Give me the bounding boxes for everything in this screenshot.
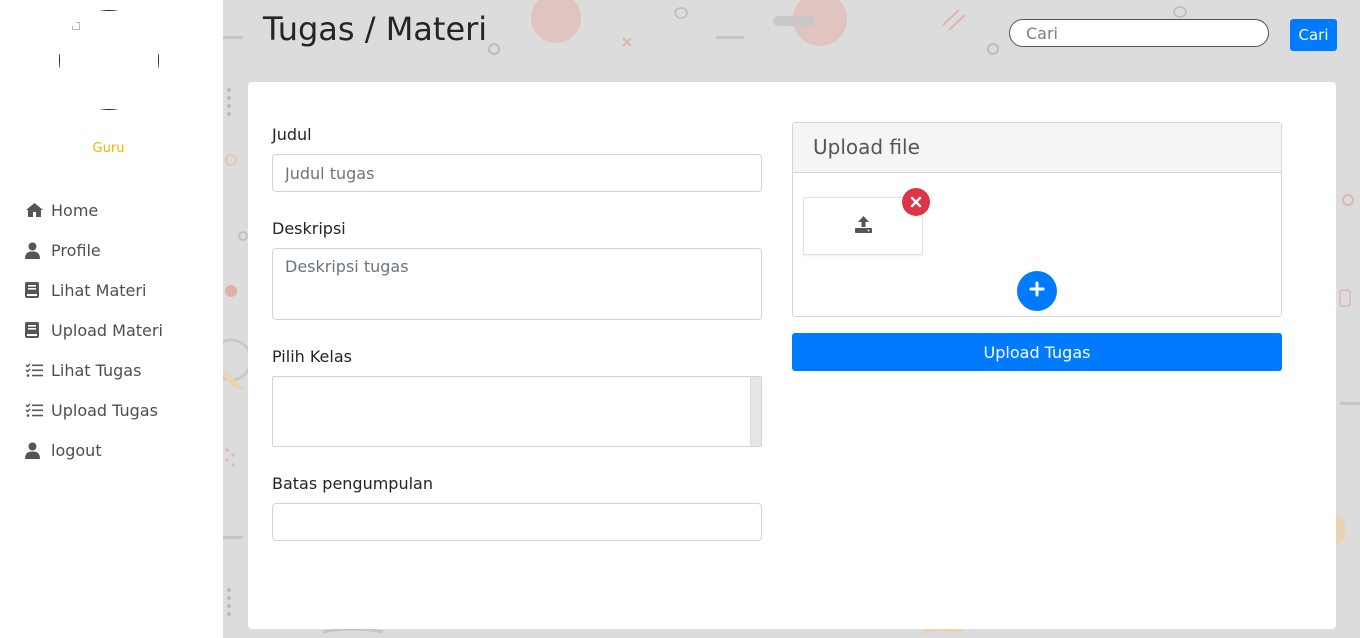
upload-tugas-button[interactable]: Upload Tugas: [792, 333, 1282, 371]
sidebar-item-label: Profile: [51, 240, 101, 260]
add-file-button[interactable]: [1017, 271, 1057, 311]
deskripsi-textarea[interactable]: [272, 248, 762, 320]
judul-input[interactable]: [272, 154, 762, 192]
sidebar-item-label: Lihat Materi: [51, 280, 147, 300]
form-card: Judul Deskripsi Pilih Kelas Batas pengum…: [248, 82, 1336, 629]
sidebar: Guru Home Profile Lihat Materi Upload Ma…: [0, 0, 223, 638]
sidebar-item-profile[interactable]: Profile: [25, 230, 163, 270]
avatar: [59, 10, 159, 110]
user-icon: [25, 242, 51, 259]
upload-header: Upload file: [793, 123, 1281, 173]
sidebar-nav: Home Profile Lihat Materi Upload Materi …: [25, 190, 163, 470]
tasks-icon: [25, 403, 51, 418]
sidebar-item-upload-materi[interactable]: Upload Materi: [25, 310, 163, 350]
book-icon: [25, 322, 51, 338]
search-button[interactable]: Cari: [1290, 19, 1337, 51]
home-icon: [25, 202, 51, 218]
sidebar-item-label: Lihat Tugas: [51, 360, 142, 380]
main-area: Tugas / Materi Cari Judul Deskripsi Pili…: [223, 0, 1360, 638]
tasks-icon: [25, 363, 51, 378]
close-icon: [910, 193, 922, 212]
batas-label: Batas pengumpulan: [272, 474, 433, 493]
sidebar-item-lihat-materi[interactable]: Lihat Materi: [25, 270, 163, 310]
judul-label: Judul: [272, 125, 312, 144]
sidebar-item-label: Upload Tugas: [51, 400, 158, 420]
page-title: Tugas / Materi: [263, 10, 488, 48]
batas-input[interactable]: [272, 503, 762, 541]
sidebar-item-label: Upload Materi: [51, 320, 163, 340]
sidebar-item-home[interactable]: Home: [25, 190, 163, 230]
sidebar-item-label: Home: [51, 200, 99, 220]
sidebar-item-lihat-tugas[interactable]: Lihat Tugas: [25, 350, 163, 390]
broken-image-icon: [72, 22, 80, 30]
remove-file-button[interactable]: [902, 188, 930, 216]
sidebar-item-logout[interactable]: logout: [25, 430, 163, 470]
user-role: Guru: [92, 141, 125, 156]
sidebar-item-label: logout: [51, 440, 102, 460]
sidebar-item-upload-tugas[interactable]: Upload Tugas: [25, 390, 163, 430]
kelas-label: Pilih Kelas: [272, 347, 352, 366]
upload-panel: Upload file: [792, 122, 1282, 317]
user-icon: [25, 442, 51, 459]
plus-icon: [1029, 281, 1045, 301]
kelas-select-scrollbar[interactable]: [750, 377, 761, 446]
search-input[interactable]: [1009, 19, 1269, 47]
kelas-select[interactable]: [272, 376, 762, 447]
upload-icon: [854, 215, 872, 237]
book-icon: [25, 282, 51, 298]
deskripsi-label: Deskripsi: [272, 219, 346, 238]
